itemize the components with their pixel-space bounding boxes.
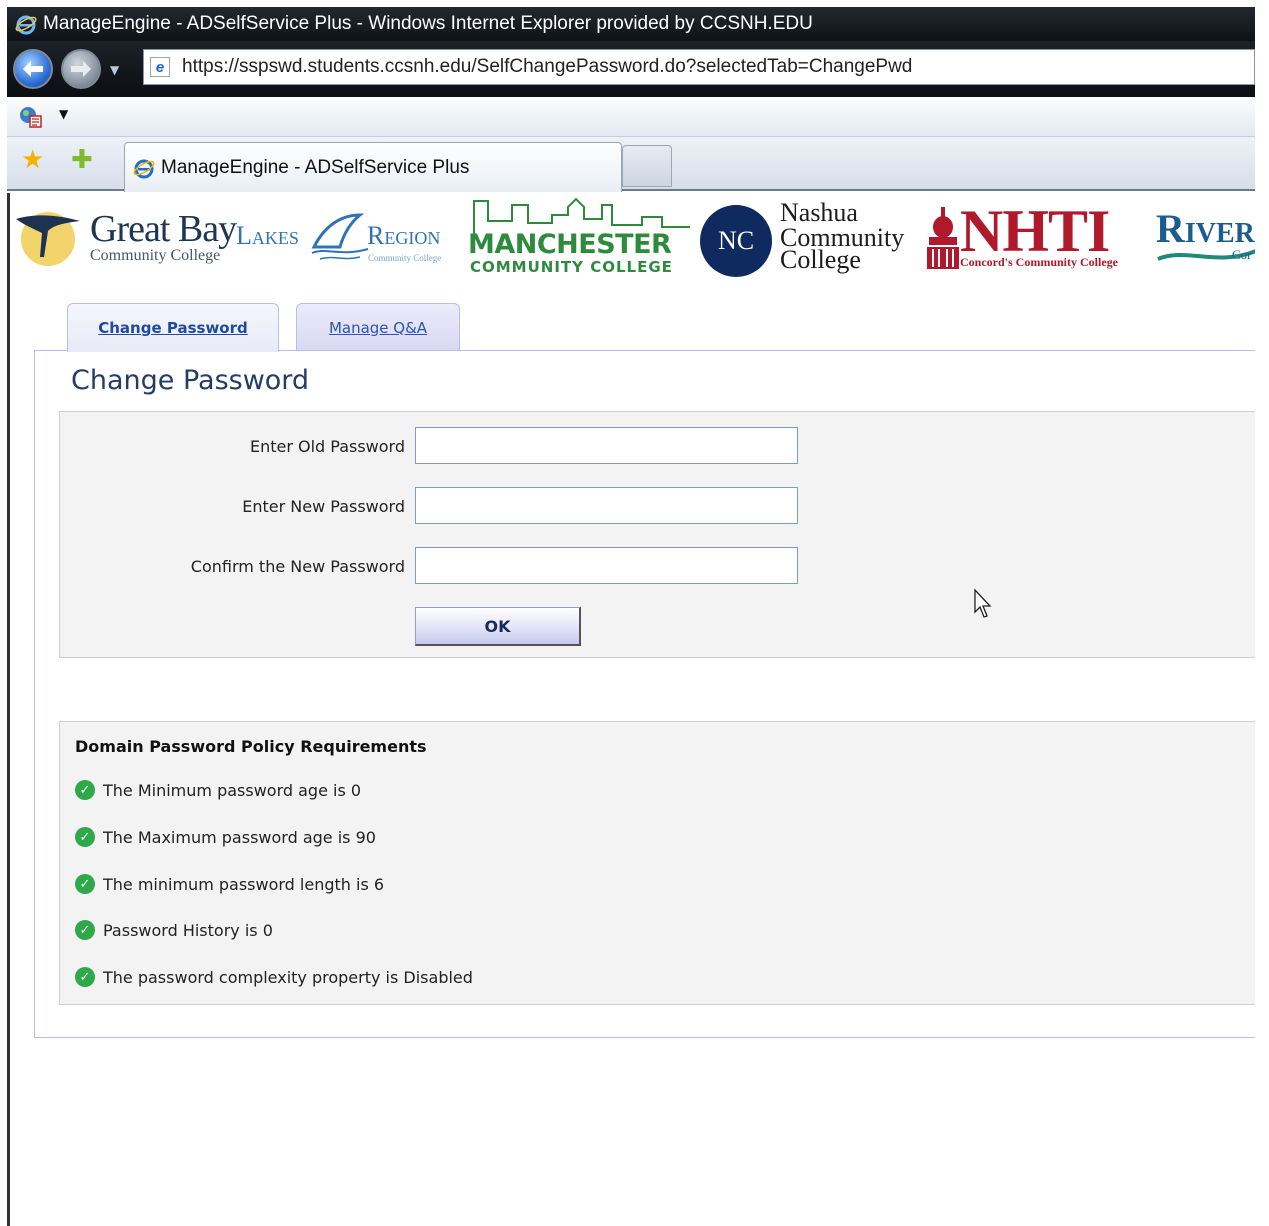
check-icon: ✓ [75, 827, 95, 847]
confirm-password-label: Confirm the New Password [190, 557, 405, 576]
check-icon: ✓ [75, 967, 95, 987]
river-valley-subtitle: Cor [1232, 247, 1252, 262]
tools-icon[interactable] [17, 105, 43, 129]
page-icon: e [150, 57, 170, 77]
add-favorites-icon[interactable]: ✚ [71, 147, 93, 173]
check-icon: ✓ [75, 780, 95, 800]
manchester-logo-text: MANCHESTER [468, 229, 672, 260]
page-viewport: Great Bay Community College Lakes Region… [7, 193, 1255, 1226]
nhti-subtitle: Concord's Community College [960, 255, 1118, 269]
nhti-capitol-icon [927, 207, 959, 269]
navigation-bar: ▼ e https://sspswd.students.ccsnh.edu/Se… [7, 41, 1255, 97]
new-password-label: Enter New Password [242, 497, 405, 516]
change-password-panel: Change Password Enter Old Password Enter… [34, 350, 1255, 1038]
nashua-seal-logo: NC [700, 205, 772, 277]
password-policy-box: Domain Password Policy Requirements ✓ Th… [59, 721, 1255, 1005]
policy-item-text: Password History is 0 [103, 920, 273, 940]
region-subtitle: Community College [368, 253, 442, 263]
policy-item-text: The Maximum password age is 90 [103, 827, 376, 847]
forward-button[interactable] [61, 49, 101, 89]
ie-logo-icon [15, 15, 37, 35]
policy-item: ✓ The Maximum password age is 90 [75, 827, 376, 847]
back-arrow-icon [23, 61, 43, 77]
back-button[interactable] [13, 49, 53, 89]
lakes-region-wave-icon [311, 213, 369, 260]
lakes-logo-text: Lakes [236, 221, 299, 250]
policy-item-text: The password complexity property is Disa… [103, 967, 473, 987]
browser-tab-label: ManageEngine - ADSelfService Plus [161, 156, 470, 178]
policy-item: ✓ The minimum password length is 6 [75, 874, 384, 894]
tools-dropdown-caret-icon[interactable]: ▼ [59, 107, 68, 121]
nashua-logo-text: Nashua [780, 198, 858, 227]
command-bar: ▼ [7, 97, 1255, 137]
old-password-field[interactable] [415, 427, 798, 464]
check-icon: ✓ [75, 874, 95, 894]
favorites-star-icon[interactable]: ★ [21, 147, 44, 173]
new-tab-button[interactable] [622, 145, 672, 187]
url-text: https://sspswd.students.ccsnh.edu/SelfCh… [182, 56, 913, 77]
check-icon: ✓ [75, 920, 95, 940]
tab-manage-qa[interactable]: Manage Q&A [296, 303, 460, 351]
policy-item: ✓ Password History is 0 [75, 920, 273, 940]
browser-tab-active[interactable]: ManageEngine - ADSelfService Plus [124, 142, 622, 192]
new-password-field[interactable] [415, 487, 798, 524]
password-form: Enter Old Password Enter New Password Co… [59, 411, 1255, 658]
policy-item: ✓ The password complexity property is Di… [75, 967, 473, 987]
manchester-subtitle: COMMUNITY COLLEGE [470, 258, 673, 276]
nashua-logo-text-3: College [780, 245, 861, 274]
policy-item-text: The Minimum password age is 0 [103, 780, 362, 800]
college-logos-banner: Great Bay Community College Lakes Region… [10, 193, 1255, 285]
policy-title: Domain Password Policy Requirements [75, 737, 427, 756]
great-bay-logo-text: Great Bay [90, 208, 237, 250]
old-password-label: Enter Old Password [249, 437, 405, 456]
policy-item-text: The minimum password length is 6 [103, 874, 385, 894]
policy-item: ✓ The Minimum password age is 0 [75, 780, 361, 800]
window-titlebar: ManageEngine - ADSelfService Plus - Wind… [7, 7, 1255, 41]
forward-arrow-icon [71, 61, 91, 77]
favorites-and-tabs-bar: ★ ✚ ManageEngine - ADSelfService Plus [7, 137, 1255, 192]
page-title: Change Password [71, 365, 310, 396]
mouse-cursor-icon [974, 588, 992, 618]
confirm-password-field[interactable] [415, 547, 798, 584]
ie-logo-icon [133, 159, 155, 178]
tab-change-password[interactable]: Change Password [67, 303, 279, 352]
ok-button[interactable]: OK [415, 607, 581, 646]
region-logo-text: Region [367, 221, 441, 250]
window-title: ManageEngine - ADSelfService Plus - Wind… [43, 13, 813, 34]
address-bar[interactable]: e https://sspswd.students.ccsnh.edu/Self… [143, 49, 1255, 85]
dropdown-caret-icon[interactable]: ▼ [110, 63, 119, 77]
great-bay-subtitle: Community College [90, 247, 221, 264]
heron-logo-icon [16, 212, 80, 266]
